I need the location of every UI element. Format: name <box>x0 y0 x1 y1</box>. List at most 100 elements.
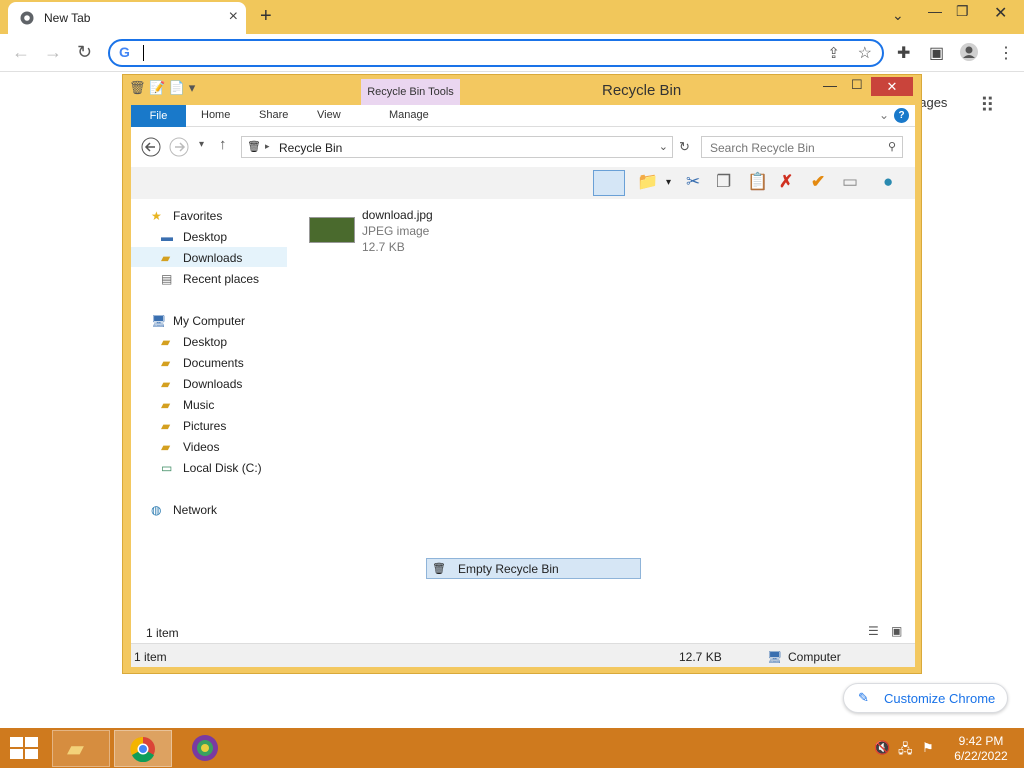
search-box[interactable]: Search Recycle Bin ⚲ <box>701 136 903 158</box>
minimize-button[interactable]: — <box>928 3 942 19</box>
globe-icon[interactable]: ● <box>883 172 893 192</box>
clock-time: 9:42 PM <box>958 734 1004 748</box>
nav-pc-documents-label: Documents <box>183 356 244 370</box>
nav-pc-downloads[interactable]: ▰ Downloads <box>161 377 242 391</box>
omnibox[interactable]: G ⇪ ☆ <box>108 39 884 67</box>
computer-icon: 🖥 <box>151 314 167 328</box>
chevron-down-icon[interactable]: ⌄ <box>892 7 904 24</box>
window-minimize-button[interactable]: — <box>823 77 837 93</box>
nav-fav-desktop[interactable]: ▬ Desktop <box>161 230 227 244</box>
nav-network[interactable]: ◍ Network <box>151 503 217 517</box>
network-tray-icon[interactable]: 🖧 <box>898 740 913 762</box>
rename-icon[interactable]: ▭ <box>842 172 858 192</box>
windows-start-icon[interactable] <box>10 737 40 761</box>
customize-chrome-button[interactable]: ✎ Customize Chrome <box>843 683 1008 713</box>
menu-icon[interactable]: ⋮ <box>998 43 1014 63</box>
file-thumbnail <box>309 217 355 243</box>
action-center-icon[interactable]: ⚑ <box>922 740 934 756</box>
explorer-window: 🗑 📝 📄 ▾ Recycle Bin Tools Recycle Bin — … <box>122 74 922 674</box>
nav-pc-pictures-label: Pictures <box>183 419 227 433</box>
nav-pc-desktop[interactable]: ▰ Desktop <box>161 335 227 349</box>
system-clock[interactable]: 9:42 PM 6/22/2022 <box>948 734 1014 764</box>
folder-icon: ▰ <box>161 377 171 391</box>
breadcrumb-arrow-icon[interactable]: ▸ <box>265 141 270 152</box>
share-icon[interactable]: ⇪ <box>827 44 840 62</box>
tab-share[interactable]: Share <box>259 109 288 121</box>
context-menu-label: Empty Recycle Bin <box>458 562 559 576</box>
downloads-folder-icon: ▰ <box>161 251 171 265</box>
address-dropdown-icon[interactable]: ⌄ <box>659 140 668 153</box>
nav-favorites[interactable]: ★ Favorites <box>151 209 222 223</box>
drive-icon: ▭ <box>161 461 173 475</box>
taskbar: ▰ 🔇 🖧 ⚑ 9:42 PM 6/22/2022 <box>0 728 1024 768</box>
app-icon[interactable] <box>189 733 221 763</box>
folder-icon: ▰ <box>67 736 84 761</box>
up-arrow-icon[interactable]: ↑ <box>219 136 227 153</box>
back-button[interactable]: ← <box>12 42 30 63</box>
ribbon-expand-icon[interactable]: ⌄ <box>879 108 889 122</box>
tab-manage[interactable]: Manage <box>389 109 429 121</box>
chrome-icon <box>20 11 34 25</box>
nav-my-computer-label: My Computer <box>173 314 246 328</box>
cut-icon[interactable]: ✂ <box>686 172 700 192</box>
nav-pc-desktop-label: Desktop <box>183 335 228 349</box>
tab-new-tab[interactable]: New Tab × <box>8 2 246 34</box>
speaker-muted-icon[interactable]: 🔇 <box>874 740 890 756</box>
tab-title: New Tab <box>44 11 91 25</box>
nav-fav-recent[interactable]: ▤ Recent places <box>161 272 259 286</box>
refresh-icon[interactable]: ↻ <box>679 139 690 155</box>
profile-icon[interactable] <box>959 42 979 62</box>
preview-pane-icon[interactable] <box>593 170 625 196</box>
window-maximize-button[interactable]: ☐ <box>851 77 863 93</box>
paste-icon[interactable]: 📋 <box>747 172 768 192</box>
nav-fav-recent-label: Recent places <box>183 272 260 286</box>
details-view-icon[interactable]: ☰ <box>868 624 879 638</box>
nav-my-computer[interactable]: 🖥 My Computer <box>151 314 245 328</box>
side-panel-icon[interactable]: ▣ <box>929 43 944 63</box>
close-window-button[interactable]: ✕ <box>994 3 1007 23</box>
recent-locations-icon[interactable]: ▾ <box>199 139 204 150</box>
checkmark-icon[interactable]: ✔ <box>811 172 825 192</box>
taskbar-file-explorer[interactable]: ▰ <box>52 730 110 767</box>
forward-button[interactable]: → <box>44 42 62 63</box>
copy-icon[interactable]: ❐ <box>716 172 731 192</box>
new-tab-button[interactable]: + <box>260 5 272 28</box>
nav-pc-local-disk[interactable]: ▭ Local Disk (C:) <box>161 461 262 475</box>
folder-options-icon[interactable]: 📁 <box>637 172 658 192</box>
options-dropdown-icon[interactable]: ▾ <box>666 177 671 188</box>
recycle-bin-icon: 🗑 <box>247 141 261 153</box>
status-count: 1 item <box>134 650 167 664</box>
nav-pc-documents[interactable]: ▰ Documents <box>161 356 244 370</box>
nav-pc-music[interactable]: ▰ Music <box>161 398 214 412</box>
nav-fav-downloads[interactable]: ▰ Downloads <box>161 251 242 265</box>
forward-arrow-icon[interactable] <box>169 137 189 157</box>
apps-grid-icon[interactable]: ⠿ <box>980 93 995 118</box>
address-bar[interactable]: 🗑 ▸ Recycle Bin ⌄ <box>241 136 673 158</box>
window-close-button[interactable]: ✕ <box>871 77 913 96</box>
extensions-icon[interactable]: ✚ <box>897 43 910 63</box>
tab-view[interactable]: View <box>317 109 341 121</box>
star-icon[interactable]: ☆ <box>858 43 872 63</box>
reload-button[interactable]: ↻ <box>77 42 92 63</box>
nav-pc-videos[interactable]: ▰ Videos <box>161 440 219 454</box>
search-icon[interactable]: ⚲ <box>888 140 896 153</box>
clock-date: 6/22/2022 <box>954 749 1008 763</box>
nav-pc-pictures[interactable]: ▰ Pictures <box>161 419 226 433</box>
taskbar-chrome[interactable] <box>114 730 172 767</box>
close-tab-icon[interactable]: × <box>229 8 238 26</box>
empty-recycle-bin-menu-item[interactable]: 🗑 Empty Recycle Bin <box>426 558 641 579</box>
computer-icon: 🖥 <box>767 650 783 664</box>
recycle-bin-icon: 🗑 <box>432 563 446 575</box>
tab-file[interactable]: File <box>131 105 186 127</box>
folder-icon: ▰ <box>161 419 171 433</box>
delete-icon[interactable]: ✗ <box>779 172 793 192</box>
help-icon[interactable]: ? <box>894 108 909 123</box>
large-icons-view-icon[interactable]: ▣ <box>891 624 902 638</box>
tab-home[interactable]: Home <box>201 109 230 121</box>
nav-fav-desktop-label: Desktop <box>183 230 228 244</box>
restore-button[interactable]: ❐ <box>956 3 969 20</box>
folder-icon: ▰ <box>161 440 171 454</box>
ribbon-tabs: File Home Share View Manage ⌄ ? <box>131 105 915 127</box>
quick-access-toolbar[interactable]: 🗑 📝 📄 ▾ <box>129 80 195 96</box>
back-arrow-icon[interactable] <box>141 137 161 157</box>
